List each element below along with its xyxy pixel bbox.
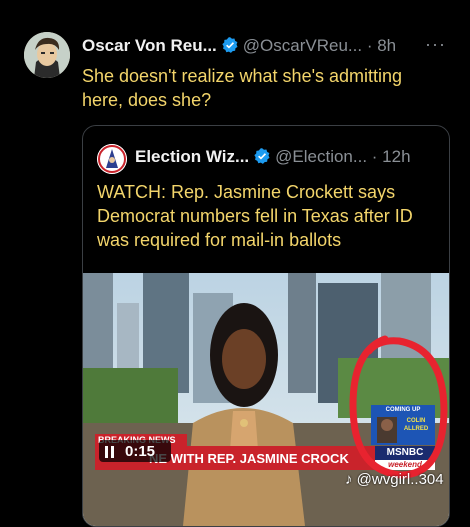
more-options-icon[interactable]: ··· xyxy=(425,34,446,55)
avatar[interactable] xyxy=(24,32,70,78)
tiktok-icon: ♪ xyxy=(345,471,353,488)
quoted-tweet-text: WATCH: Rep. Jasmine Crockett says Democr… xyxy=(97,182,413,250)
quoted-handle[interactable]: @Election... xyxy=(275,147,367,166)
tiktok-watermark: ♪ @wvgirl..304 xyxy=(345,471,444,488)
red-circle-annotation xyxy=(349,335,448,479)
video-timer[interactable]: 0:15 xyxy=(99,440,171,462)
tweet-text: She doesn't realize what she's admitting… xyxy=(82,66,403,110)
tweet-header: Oscar Von Reu... @OscarVReu... · 8h xyxy=(82,36,396,56)
tweet-time[interactable]: · 8h xyxy=(367,36,396,55)
pause-icon[interactable] xyxy=(105,445,115,458)
video-player[interactable]: BREAKING NEWS NE WITH REP. JASMINE CROCK… xyxy=(83,273,449,526)
quoted-author-name[interactable]: Election Wiz... xyxy=(135,147,249,166)
quoted-header: Election Wiz... @Election... · 12h xyxy=(135,147,411,167)
verified-badge-icon xyxy=(221,36,239,54)
quoted-avatar xyxy=(97,144,127,174)
chyron-text: NE WITH REP. JASMINE CROCK xyxy=(149,451,349,466)
quoted-time[interactable]: · 12h xyxy=(372,147,411,166)
video-elapsed: 0:15 xyxy=(125,443,156,460)
verified-badge-icon xyxy=(253,147,271,165)
quoted-tweet-card[interactable]: Election Wiz... @Election... · 12h WATCH:… xyxy=(82,125,450,527)
author-name[interactable]: Oscar Von Reu... xyxy=(82,36,217,55)
watermark-handle: @wvgirl..304 xyxy=(356,471,444,488)
author-handle[interactable]: @OscarVReu... xyxy=(243,36,362,55)
